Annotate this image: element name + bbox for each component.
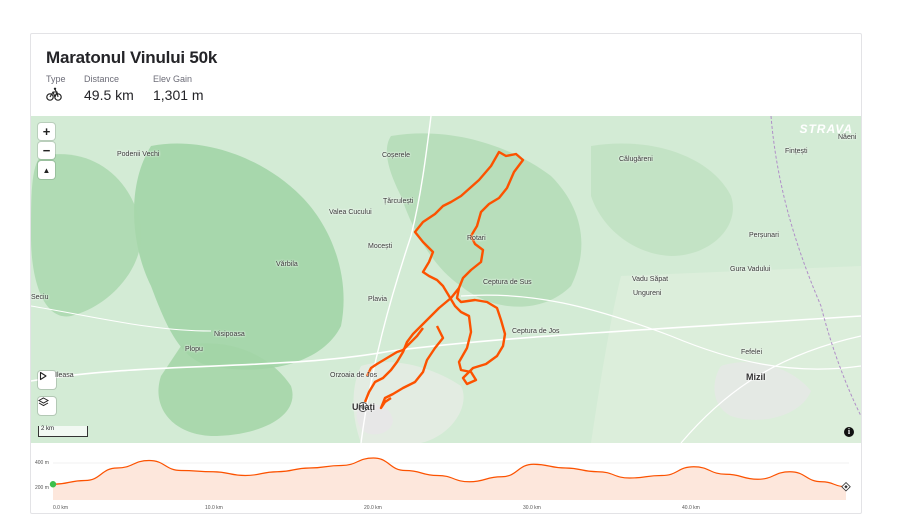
place-label: Mizil [746,372,766,382]
x-tick-label: 30.0 km [523,505,541,511]
place-label: Urlați [352,402,376,412]
stat-elev-gain-label: Elev Gain [153,74,193,84]
stat-type-label: Type [46,74,66,84]
place-label: Năeni [838,134,857,141]
place-label: Ceptura de Sus [483,279,532,286]
place-label: Călugăreni [619,156,653,163]
place-label: Coșerele [382,152,411,159]
y-tick-label: 400 m [35,460,49,466]
place-label: Țărculești [383,198,414,205]
route-card: Maratonul Vinului 50k Type Distance 49.5… [30,33,862,514]
map-layers-button[interactable] [38,397,56,415]
place-label: Podenii Vechi [117,151,160,158]
place-label: Plavia [368,296,388,303]
map-canvas [31,116,861,443]
place-label: Perșunari [749,232,779,239]
place-label: Ceptura de Jos [512,328,560,335]
stat-distance-value: 49.5 km [84,87,134,103]
place-label: Rotari [467,235,486,242]
route-map[interactable]: STRAVA + − ▲ 2 km i Podenii Vechi Coșere… [31,116,861,443]
stat-elev-gain: Elev Gain 1,301 m [153,74,204,103]
x-tick-label: 0.0 km [53,505,69,511]
x-tick-label: 40.0 km [682,505,700,511]
zoom-out-button[interactable]: − [38,142,55,159]
stat-distance-label: Distance [84,74,120,84]
y-tick-label: 200 m [35,485,49,491]
place-label: Mocești [368,243,393,250]
stat-distance: Distance 49.5 km [84,74,134,103]
elevation-start-marker [49,481,57,488]
elevation-profile[interactable]: 400 m 200 m 0.0 km 10.0 km 20.0 km 30.0 … [31,448,861,513]
place-label: Nisipoasa [214,331,245,338]
x-tick-label: 10.0 km [205,505,223,511]
layers-icon [38,397,49,407]
zoom-in-button[interactable]: + [38,123,55,140]
place-label: Seciu [31,294,49,301]
place-label: Orzoaia de Jos [330,372,378,379]
place-label: Ungureni [633,290,662,297]
stat-elev-gain-value: 1,301 m [153,87,204,103]
route-title: Maratonul Vinului 50k [46,48,218,67]
play-icon [39,371,47,381]
stat-type: Type [46,74,66,104]
place-label: Valea Cucului [329,209,372,216]
place-label: Gura Vadului [730,266,771,273]
bike-icon [46,87,66,104]
map-info-button[interactable]: i [844,427,854,437]
place-label: Fințești [785,148,808,155]
elevation-area [53,458,846,500]
play-flyover-button[interactable] [38,371,56,389]
place-label: Plopu [185,346,203,353]
place-label: Vărbila [276,261,298,268]
place-label: Fefelei [741,349,763,356]
place-label: Vadu Săpat [632,276,669,283]
compass-icon: ▲ [42,165,51,175]
x-tick-label: 20.0 km [364,505,382,511]
compass-button[interactable]: ▲ [38,161,55,179]
place-label: Ileasa [55,372,74,379]
map-scale: 2 km [38,426,88,437]
elevation-chart [49,457,851,500]
